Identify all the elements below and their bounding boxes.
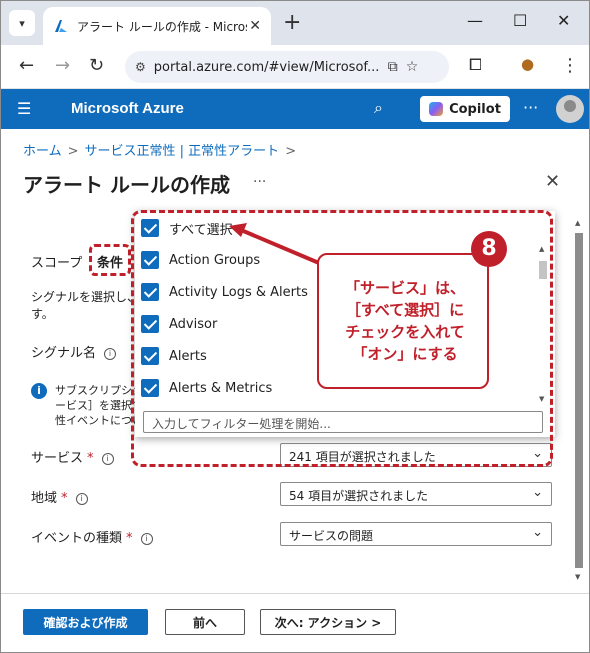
info-icon[interactable]: i: [104, 347, 117, 360]
previous-button[interactable]: 前へ: [165, 609, 245, 635]
page-more-icon[interactable]: ···: [253, 174, 266, 190]
copilot-icon: [429, 102, 444, 116]
chevron-down-icon: ⌄: [532, 485, 543, 500]
annotation-callout: 「サービス」は、 ［すべて選択］に チェックを入れて 「オン」にする: [317, 253, 489, 389]
minimize-icon[interactable]: —: [467, 11, 483, 30]
condition-tab-highlight: [89, 244, 131, 276]
region-select-value: 54 項目が選択されました: [289, 489, 429, 503]
browser-window: ▾ アラート ルールの作成 - Microsoft A ✕ + — ☐ ✕ ← …: [0, 0, 590, 653]
scroll-up-icon[interactable]: ▲: [575, 219, 580, 227]
site-info-icon[interactable]: ⚙: [135, 60, 146, 74]
azure-logo-icon: [55, 20, 67, 32]
azure-header: ☰ Microsoft Azure ⌕ Copilot ···: [1, 89, 589, 129]
maximize-icon[interactable]: ☐: [513, 11, 527, 30]
annotation-line: 「サービス」は、: [344, 279, 465, 297]
annotation-text: 「サービス」は、 ［すべて選択］に チェックを入れて 「オン」にする: [325, 277, 485, 365]
bookmark-star-icon[interactable]: ☆: [406, 59, 419, 75]
more-icon[interactable]: ···: [523, 98, 538, 117]
browser-toolbar: ← → ↻ ⚙ portal.azure.com/#view/Microsof.…: [1, 45, 589, 89]
next-button[interactable]: 次へ: アクション >: [260, 609, 396, 635]
wizard-footer: 確認および作成 前へ 次へ: アクション >: [1, 593, 589, 652]
annotation-line: 「オン」にする: [352, 345, 458, 363]
search-icon[interactable]: ⌕: [374, 98, 383, 118]
service-label-text: サービス: [31, 451, 84, 466]
required-marker: *: [126, 531, 133, 546]
annotation-line: ［すべて選択］に: [345, 301, 465, 319]
breadcrumb-home[interactable]: ホーム: [23, 144, 62, 159]
page-title: アラート ルールの作成: [23, 173, 230, 197]
signal-label: シグナル名 i: [31, 342, 117, 361]
required-marker: *: [87, 451, 94, 466]
region-select[interactable]: 54 項目が選択されました ⌄: [280, 482, 552, 506]
reload-icon[interactable]: ↻: [89, 55, 104, 76]
portal-menu-icon[interactable]: ☰: [17, 99, 31, 118]
url-text: portal.azure.com/#view/Microsof...: [153, 59, 380, 75]
tab-title: アラート ルールの作成 - Microsoft A: [77, 19, 247, 34]
scroll-down-icon[interactable]: ▼: [575, 573, 580, 581]
info-icon[interactable]: i: [75, 492, 88, 505]
avatar[interactable]: [556, 95, 584, 123]
open-in-app-icon[interactable]: ⧉: [388, 59, 398, 75]
event-type-select-value: サービスの問題: [289, 529, 374, 543]
event-type-label-text: イベントの種類: [31, 531, 123, 546]
service-label: サービス * i: [31, 447, 114, 466]
copilot-button[interactable]: Copilot: [420, 96, 510, 122]
profile-icon[interactable]: ●: [521, 55, 534, 73]
step-number-badge: 8: [471, 231, 507, 267]
region-label: 地域 * i: [31, 487, 88, 506]
extensions-icon[interactable]: ⧠: [469, 55, 482, 75]
breadcrumb: ホーム > サービス正常性 | 正常性アラート >: [23, 140, 302, 159]
tab-scope[interactable]: スコープ: [31, 252, 82, 271]
copilot-label: Copilot: [449, 101, 501, 117]
chevron-down-icon: ⌄: [532, 525, 543, 540]
page-scrollbar[interactable]: ▲ ▼: [572, 217, 586, 587]
tab-list-button[interactable]: ▾: [9, 10, 35, 36]
back-icon[interactable]: ←: [19, 55, 34, 76]
close-window-icon[interactable]: ✕: [557, 11, 570, 30]
event-type-select[interactable]: サービスの問題 ⌄: [280, 522, 552, 546]
breadcrumb-separator: >: [67, 144, 79, 159]
scrollbar-thumb[interactable]: [575, 233, 583, 568]
forward-icon[interactable]: →: [55, 55, 70, 76]
breadcrumb-separator: >: [285, 144, 297, 159]
region-label-text: 地域: [31, 491, 58, 506]
annotation-line: チェックを入れて: [345, 323, 465, 341]
breadcrumb-service-health[interactable]: サービス正常性 | 正常性アラート: [85, 144, 280, 159]
address-bar[interactable]: ⚙ portal.azure.com/#view/Microsof... ⧉ ☆: [125, 51, 449, 83]
info-icon[interactable]: i: [140, 532, 153, 545]
browser-menu-icon[interactable]: ⋮: [561, 55, 579, 76]
info-icon[interactable]: i: [101, 452, 114, 465]
tab-bar: ▾ アラート ルールの作成 - Microsoft A ✕ + — ☐ ✕: [1, 1, 589, 45]
event-type-label: イベントの種類 * i: [31, 527, 153, 546]
required-marker: *: [61, 491, 68, 506]
new-tab-icon[interactable]: +: [283, 10, 301, 35]
close-tab-icon[interactable]: ✕: [249, 18, 261, 34]
signal-label-text: シグナル名: [31, 346, 97, 361]
info-circle-icon: i: [31, 383, 47, 399]
close-icon[interactable]: ✕: [545, 171, 560, 192]
review-create-button[interactable]: 確認および作成: [23, 609, 148, 635]
brand-title[interactable]: Microsoft Azure: [71, 100, 184, 117]
browser-tab[interactable]: アラート ルールの作成 - Microsoft A ✕: [43, 7, 271, 45]
